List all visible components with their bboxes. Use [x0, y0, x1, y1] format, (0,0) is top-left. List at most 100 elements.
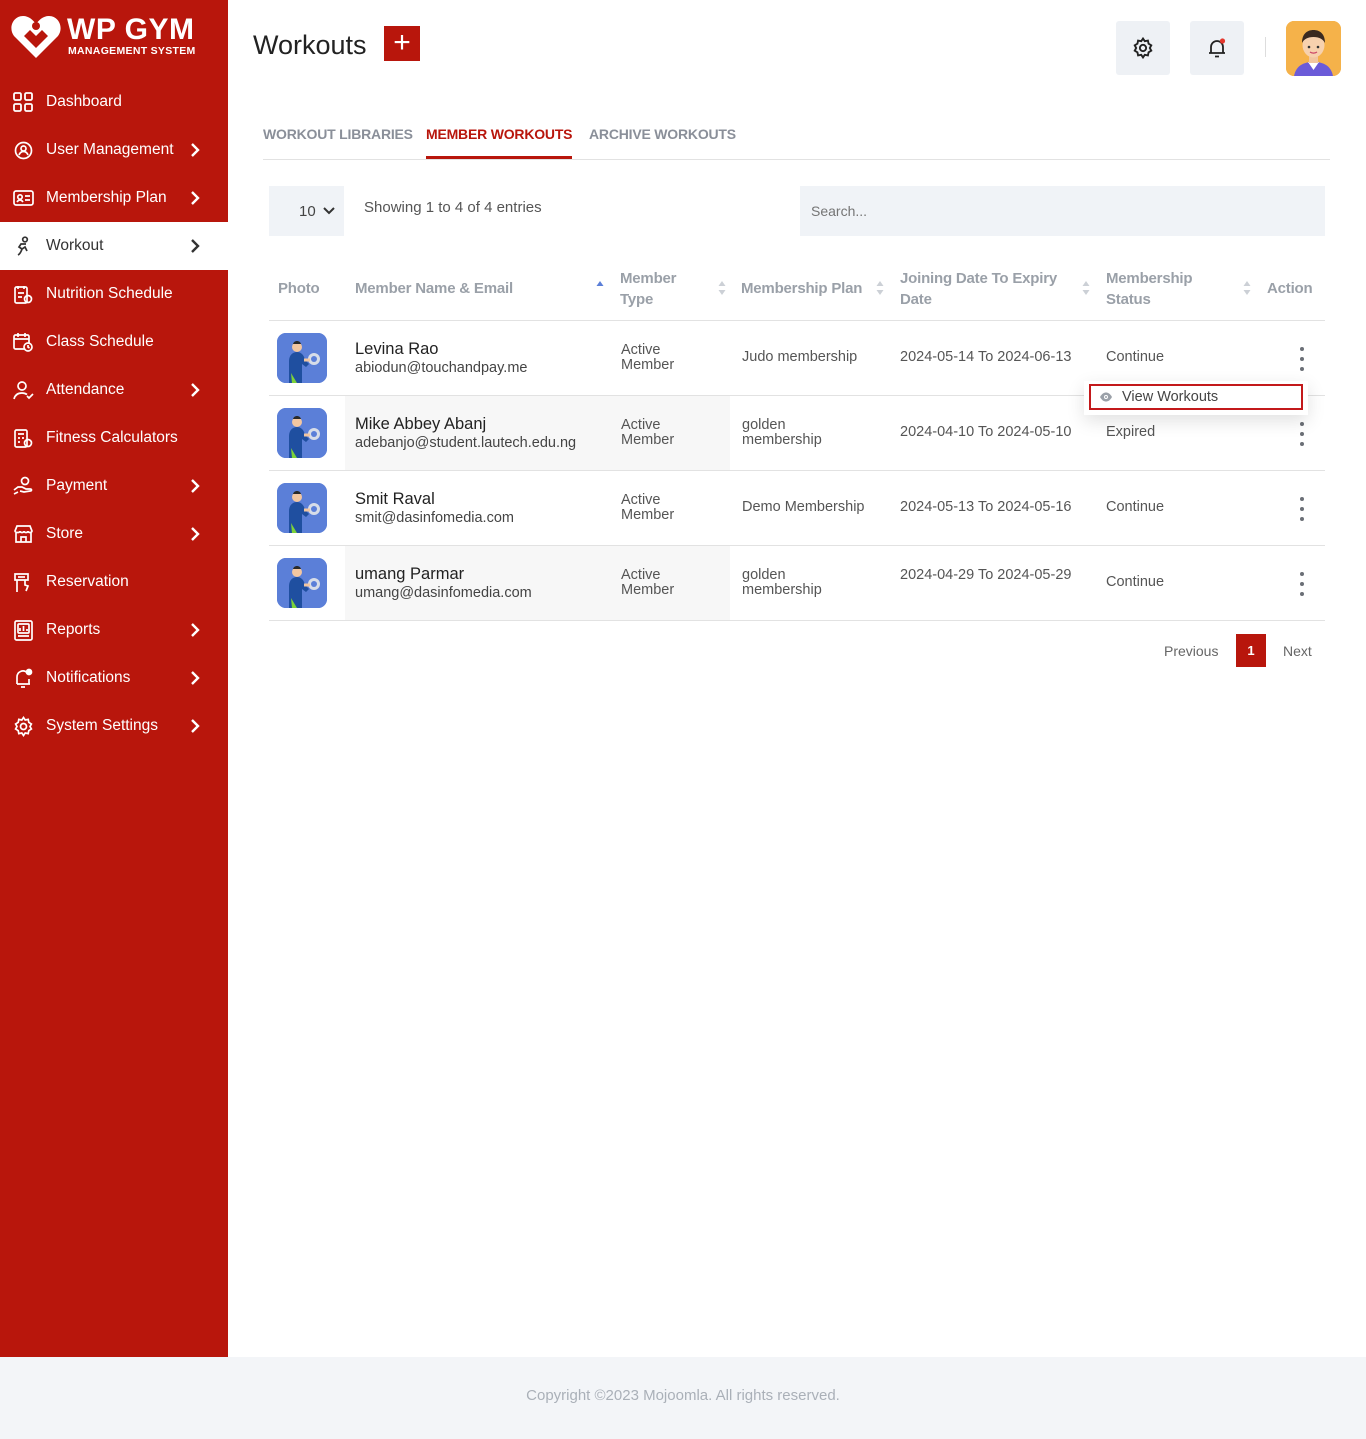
search-input[interactable]	[800, 186, 1325, 236]
membership-plan: Demo Membership	[742, 499, 865, 515]
sidebar-item-user-management[interactable]: User Management	[0, 126, 228, 174]
chevron-right-icon	[191, 719, 200, 733]
column-header-dates[interactable]: Joining Date To Expiry Date	[900, 268, 1075, 310]
dashboard-icon	[12, 91, 34, 113]
settings-button[interactable]	[1116, 21, 1170, 75]
chevron-right-icon	[191, 527, 200, 541]
member-email: smit@dasinfomedia.com	[355, 510, 514, 526]
pagination-previous[interactable]: Previous	[1164, 643, 1218, 659]
member-workouts-table: Photo Member Name & Email Member Type Me…	[269, 258, 1325, 621]
reports-icon	[12, 619, 34, 641]
sidebar-nav: Dashboard User Management Membership Pla…	[0, 78, 228, 750]
workout-tabs: WORKOUT LIBRARIES MEMBER WORKOUTS ARCHIV…	[263, 126, 1330, 160]
brand-logo[interactable]: WP GYM MANAGEMENT SYSTEM	[10, 12, 220, 62]
chevron-right-icon	[191, 479, 200, 493]
member-photo	[277, 408, 327, 458]
gear-icon	[12, 715, 34, 737]
heart-logo-icon	[11, 16, 61, 58]
chevron-right-icon	[191, 239, 200, 253]
sidebar-item-label: Class Schedule	[46, 333, 154, 350]
sidebar-item-label: Nutrition Schedule	[46, 285, 173, 302]
store-icon	[12, 523, 34, 545]
member-type: Active Member	[621, 567, 675, 598]
member-photo	[277, 558, 327, 608]
sidebar-item-attendance[interactable]: Attendance	[0, 366, 228, 414]
column-header-name[interactable]: Member Name & Email	[355, 278, 513, 299]
sidebar-item-label: Reservation	[46, 573, 129, 590]
eye-icon	[1100, 392, 1112, 402]
membership-status: Expired	[1106, 424, 1156, 440]
reservation-icon	[12, 571, 34, 593]
tab-member-workouts[interactable]: MEMBER WORKOUTS	[426, 126, 573, 159]
user-avatar[interactable]	[1286, 21, 1341, 76]
view-workouts-menu-item[interactable]: View Workouts	[1089, 384, 1303, 410]
page-length-select[interactable]: 10	[269, 186, 344, 236]
sidebar-item-label: Reports	[46, 621, 101, 638]
sidebar-item-fitness-calculators[interactable]: Fitness Calculators	[0, 414, 228, 462]
row-actions-menu-icon[interactable]	[1296, 347, 1308, 371]
sidebar-item-label: Notifications	[46, 669, 131, 686]
view-workouts-label: View Workouts	[1122, 389, 1219, 405]
sidebar-item-label: Attendance	[46, 381, 125, 398]
row-actions-dropdown: View Workouts	[1084, 381, 1308, 415]
column-header-status[interactable]: Membership Status	[1106, 268, 1216, 310]
sidebar-item-workout[interactable]: Workout	[0, 222, 228, 270]
row-actions-menu-icon[interactable]	[1296, 497, 1308, 521]
membership-card-icon	[12, 187, 34, 209]
tab-workout-libraries[interactable]: WORKOUT LIBRARIES	[263, 126, 413, 159]
sidebar-item-label: Dashboard	[46, 93, 122, 110]
sidebar-item-payment[interactable]: Payment	[0, 462, 228, 510]
sidebar-item-membership-plan[interactable]: Membership Plan	[0, 174, 228, 222]
sort-icon[interactable]	[1243, 280, 1251, 296]
sidebar-item-label: Workout	[46, 237, 104, 254]
brand-tagline: MANAGEMENT SYSTEM	[68, 45, 196, 57]
sidebar-item-class-schedule[interactable]: Class Schedule	[0, 318, 228, 366]
member-email: adebanjo@student.lautech.edu.ng	[355, 435, 577, 451]
sort-icon[interactable]	[876, 280, 884, 296]
sidebar-item-dashboard[interactable]: Dashboard	[0, 78, 228, 126]
member-type: Active Member	[621, 417, 675, 448]
sidebar-item-label: Fitness Calculators	[46, 429, 178, 446]
membership-status: Continue	[1106, 499, 1165, 515]
sidebar-item-notifications[interactable]: Notifications	[0, 654, 228, 702]
nutrition-icon	[12, 283, 34, 305]
sort-icon[interactable]	[718, 280, 726, 296]
sidebar-item-label: Payment	[46, 477, 108, 494]
sidebar-item-store[interactable]: Store	[0, 510, 228, 558]
sidebar-item-system-settings[interactable]: System Settings	[0, 702, 228, 750]
column-header-type[interactable]: Member Type	[620, 268, 700, 310]
sidebar-item-label: Store	[46, 525, 84, 542]
calendar-icon	[12, 331, 34, 353]
sort-asc-icon[interactable]	[596, 280, 604, 296]
sidebar-item-reservation[interactable]: Reservation	[0, 558, 228, 606]
chevron-right-icon	[191, 191, 200, 205]
sidebar: WP GYM MANAGEMENT SYSTEM Dashboard User …	[0, 0, 228, 1357]
add-workout-button[interactable]: +	[384, 26, 420, 61]
column-header-action: Action	[1267, 280, 1313, 297]
sidebar-item-label: System Settings	[46, 717, 158, 734]
notifications-button[interactable]	[1190, 21, 1244, 75]
bell-icon	[1209, 38, 1226, 58]
payment-icon	[12, 475, 34, 497]
pagination-next[interactable]: Next	[1283, 643, 1312, 659]
workout-icon	[12, 235, 34, 257]
chevron-right-icon	[191, 383, 200, 397]
membership-dates: 2024-05-13 To 2024-05-16	[900, 499, 1072, 515]
attendance-icon	[12, 379, 34, 401]
tab-archive-workouts[interactable]: ARCHIVE WORKOUTS	[589, 126, 736, 159]
sidebar-item-nutrition-schedule[interactable]: Nutrition Schedule	[0, 270, 228, 318]
member-name: Smit Raval	[355, 490, 435, 508]
page-length-value: 10	[299, 202, 316, 220]
pagination-page-1[interactable]: 1	[1236, 634, 1266, 667]
sort-icon[interactable]	[1082, 280, 1090, 296]
member-email: abiodun@touchandpay.me	[355, 360, 528, 376]
footer: Copyright ©2023 Mojoomla. All rights res…	[0, 1357, 1366, 1439]
calculator-icon	[12, 427, 34, 449]
column-header-plan[interactable]: Membership Plan	[741, 278, 862, 299]
entries-info: Showing 1 to 4 of 4 entries	[364, 199, 542, 216]
member-name: umang Parmar	[355, 565, 465, 583]
sidebar-item-reports[interactable]: Reports	[0, 606, 228, 654]
row-actions-menu-icon[interactable]	[1296, 572, 1308, 596]
row-actions-menu-icon[interactable]	[1296, 422, 1308, 446]
copyright-text: Copyright ©2023 Mojoomla. All rights res…	[526, 1387, 840, 1404]
